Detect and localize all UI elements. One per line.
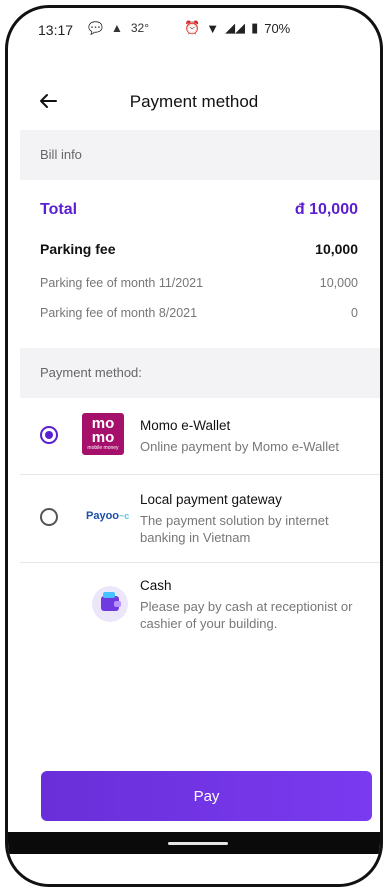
fee-item-row: Parking fee of month 8/2021 0 <box>40 306 358 320</box>
home-gesture-pill[interactable] <box>168 842 228 845</box>
wifi-icon: ▼ <box>206 20 220 36</box>
total-label: Total <box>40 201 78 218</box>
status-temperature: 32° <box>130 21 149 35</box>
parking-fee-label: Parking fee <box>40 241 116 257</box>
method-name: Momo e-Wallet <box>140 418 231 433</box>
status-time: 13:17 <box>38 22 74 38</box>
fee-item-label: Parking fee of month 11/2021 <box>40 276 204 290</box>
payoo-logo-icon: Payoo~c <box>86 510 130 522</box>
status-system-icons: ⏰ ▼ ◢◢ ▮ 70% <box>184 20 290 36</box>
method-description: Online payment by Momo e-Wallet <box>140 439 339 454</box>
fee-item-value: 0 <box>351 306 358 320</box>
system-nav-bar <box>8 832 380 854</box>
alarm-icon: ⏰ <box>184 20 201 35</box>
status-bar: 13:17 💬 ▲ 32° ⏰ ▼ ◢◢ ▮ 70% <box>8 8 380 48</box>
wallet-icon <box>92 586 128 622</box>
fee-item-row: Parking fee of month 11/2021 10,000 <box>40 276 358 290</box>
chat-icon: 💬 <box>88 21 103 35</box>
status-notification-icons: 💬 ▲ 32° <box>88 21 149 35</box>
pay-button[interactable]: Pay <box>41 771 372 821</box>
total-value: đ 10,000 <box>294 201 358 218</box>
payoo-radio[interactable] <box>40 508 58 526</box>
method-description: The payment solution by internet banking… <box>140 513 329 545</box>
battery-percent: 70% <box>264 20 291 36</box>
bill-info-section-header: Bill info <box>20 130 380 180</box>
payment-method-section-header: Payment method: <box>20 348 380 398</box>
momo-logo-icon: mo mo mobile money <box>82 413 124 455</box>
parking-fee-value: 10,000 <box>315 241 358 257</box>
momo-radio[interactable] <box>40 426 58 444</box>
signal-icon: ◢◢ <box>225 20 246 35</box>
payment-option-payoo[interactable]: Payoo~c Local payment gateway The paymen… <box>20 474 380 563</box>
fee-item-label: Parking fee of month 8/2021 <box>40 306 198 320</box>
method-name: Cash <box>140 578 172 593</box>
app-header: Payment method <box>8 83 380 123</box>
parking-fee-row: Parking fee 10,000 <box>40 241 358 257</box>
payment-option-cash[interactable]: Cash Please pay by cash at receptionist … <box>20 562 380 646</box>
fee-item-value: 10,000 <box>319 276 358 290</box>
screen: 13:17 💬 ▲ 32° ⏰ ▼ ◢◢ ▮ 70% Payment metho… <box>8 8 380 884</box>
total-row: Total đ 10,000 <box>40 201 358 219</box>
phone-frame: 13:17 💬 ▲ 32° ⏰ ▼ ◢◢ ▮ 70% Payment metho… <box>5 5 383 887</box>
method-name: Local payment gateway <box>140 492 282 507</box>
page-title: Payment method <box>129 92 259 111</box>
warning-icon: ▲ <box>110 21 123 35</box>
payment-option-momo[interactable]: mo mo mobile money Momo e-Wallet Online pa… <box>20 398 380 475</box>
battery-icon: ▮ <box>251 20 259 35</box>
payment-method-label: Payment method: <box>40 365 142 380</box>
method-description: Please pay by cash at receptionist or ca… <box>140 599 353 631</box>
bill-info-label: Bill info <box>40 147 82 162</box>
